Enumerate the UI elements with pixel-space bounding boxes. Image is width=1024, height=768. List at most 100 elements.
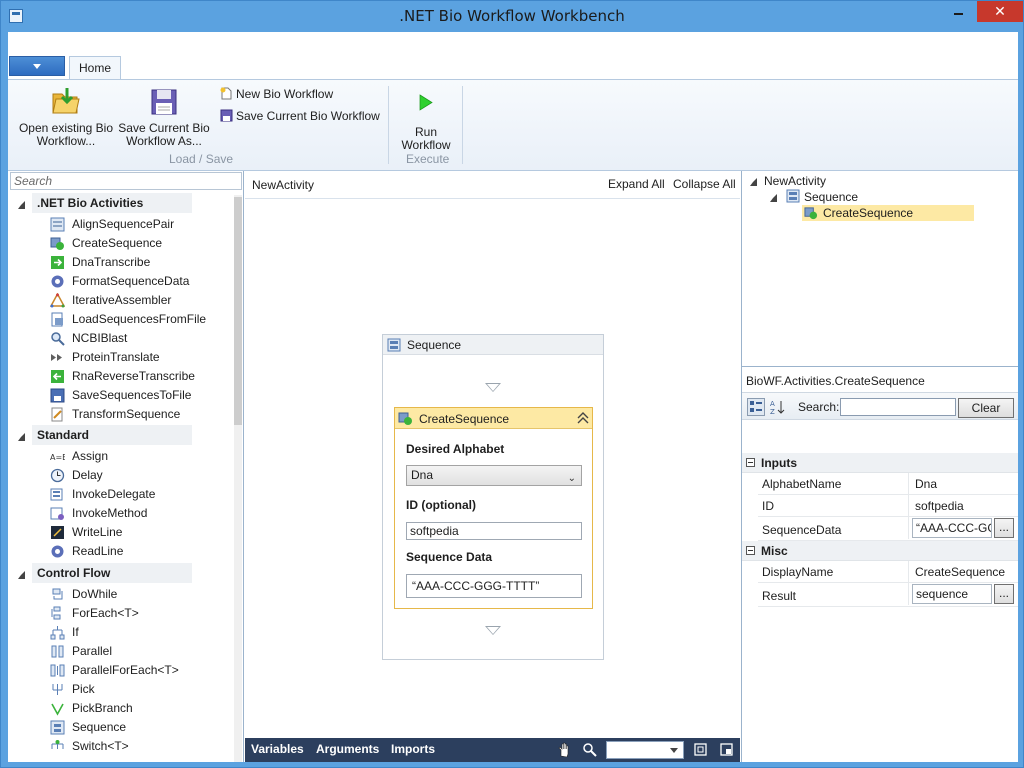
property-name: Result [762, 589, 797, 603]
application-menu-button[interactable] [9, 56, 65, 76]
collapse-all-link[interactable]: Collapse All [673, 177, 736, 191]
tree-node-root[interactable]: NewActivity [764, 173, 826, 189]
column-divider [908, 495, 909, 517]
toolbox-item-label: WriteLine [72, 525, 123, 539]
create-sequence-activity[interactable]: CreateSequence Desired Alphabet Dna ⌄ ID… [394, 407, 593, 609]
designer-canvas[interactable]: Sequence CreateSequence Desired Alphabet… [245, 200, 740, 738]
save-as-button[interactable]: Save Current Bio Workflow As... [118, 86, 210, 148]
client-area: Home Open existing Bio Workflow... Save … [8, 32, 1018, 762]
breadcrumb[interactable]: NewActivity [252, 178, 314, 192]
ellipsis-button[interactable]: ... [994, 584, 1014, 604]
zoom-level-select[interactable] [606, 741, 684, 759]
expanded-arrow-icon[interactable] [750, 178, 757, 186]
variables-tab[interactable]: Variables [251, 742, 304, 756]
toolbox-scrollbar[interactable] [234, 195, 242, 762]
property-row[interactable]: DisplayName CreateSequence [758, 561, 1018, 583]
sequence-title: Sequence [407, 338, 462, 352]
toolbox-item-label: ParallelForEach<T> [72, 663, 179, 677]
fit-to-screen-icon[interactable] [693, 742, 708, 757]
collapse-arrow-icon[interactable] [18, 201, 25, 209]
clock-icon [50, 468, 65, 483]
property-value[interactable]: Dna [915, 477, 1015, 491]
property-name: DisplayName [762, 565, 834, 579]
tree-node-label: CreateSequence [823, 206, 914, 220]
zoom-magnifier-icon[interactable] [582, 742, 597, 757]
save-as-label-2: Workflow As... [126, 134, 202, 148]
categorized-view-button[interactable] [747, 398, 765, 416]
new-bio-workflow-button[interactable]: New Bio Workflow [220, 85, 333, 103]
ellipsis-button[interactable]: ... [994, 518, 1014, 538]
branch-icon [50, 626, 65, 640]
properties-toolbar: AZ Search: Clear [742, 392, 1018, 420]
assign-icon: A=B [50, 453, 65, 462]
imports-tab[interactable]: Imports [391, 742, 435, 756]
create-sequence-icon [804, 207, 818, 220]
minimize-button[interactable] [945, 1, 972, 22]
toolbox-item-label: ProteinTranslate [72, 350, 160, 364]
overview-map-icon[interactable] [719, 742, 734, 757]
drop-target-arrow-icon[interactable] [485, 383, 501, 392]
tab-home[interactable]: Home [69, 56, 121, 80]
magnifier-icon [51, 332, 65, 346]
open-existing-button[interactable]: Open existing Bio Workflow... [16, 86, 116, 148]
expand-all-link[interactable]: Expand All [608, 177, 665, 191]
alphabetical-view-button[interactable]: AZ [769, 398, 787, 416]
pan-hand-icon[interactable] [557, 742, 572, 757]
collapse-box-icon[interactable] [746, 546, 755, 555]
toolbox-item-label: InvokeDelegate [72, 487, 156, 501]
app-window: .NET Bio Workflow Workbench ✕ Home Open … [0, 0, 1024, 768]
collapse-box-icon[interactable] [746, 458, 755, 467]
pick-branch-icon [51, 703, 64, 716]
sequence-header[interactable]: Sequence [383, 335, 603, 355]
sequence-data-input[interactable]: “AAA-CCC-GGG-TTTT” [406, 574, 582, 598]
property-row[interactable]: AlphabetName Dna [758, 473, 1018, 495]
sequence-data-label: Sequence Data [406, 550, 493, 564]
category-control-flow[interactable]: Control Flow [32, 563, 192, 583]
toolbox-item-label: PickBranch [72, 701, 133, 715]
toolbox-item-label: DnaTranscribe [72, 255, 151, 269]
property-group-inputs[interactable]: Inputs [742, 453, 1018, 473]
close-button[interactable]: ✕ [977, 1, 1023, 22]
clear-button[interactable]: Clear [958, 398, 1014, 418]
toolbox-search-input[interactable]: Search [10, 172, 242, 190]
alphabet-select[interactable]: Dna ⌄ [406, 465, 582, 486]
properties-search-input[interactable] [840, 398, 956, 416]
property-row[interactable]: Result sequence ... [758, 583, 1018, 607]
drop-target-arrow-icon[interactable] [485, 626, 501, 635]
title-bar: .NET Bio Workflow Workbench ✕ [1, 1, 1023, 32]
expanded-arrow-icon[interactable] [770, 194, 777, 202]
category-dotnet-bio-activities[interactable]: .NET Bio Activities [32, 193, 192, 213]
loop-icon [52, 588, 63, 600]
alphabet-value: Dna [411, 468, 434, 482]
property-row[interactable]: SequenceData “AAA-CCC-GGG-TTTT” ... [758, 517, 1018, 541]
run-workflow-button[interactable]: Run Workflow [396, 92, 456, 152]
svg-text:A=B: A=B [50, 453, 65, 462]
property-value[interactable]: CreateSequence [915, 565, 1015, 579]
assembler-icon [50, 293, 65, 308]
sequence-data-value-input[interactable]: “AAA-CCC-GGG-TTTT” [912, 518, 992, 538]
save-file-icon [50, 388, 65, 403]
column-divider [908, 561, 909, 583]
collapse-arrow-icon[interactable] [18, 433, 25, 441]
parallel-icon [51, 645, 64, 658]
save-current-button[interactable]: Save Current Bio Workflow [220, 107, 380, 125]
activity-header[interactable]: CreateSequence [395, 408, 592, 429]
arguments-tab[interactable]: Arguments [316, 742, 379, 756]
tree-node-create-sequence[interactable]: CreateSequence [802, 205, 974, 221]
collapse-chevron-icon[interactable] [577, 411, 589, 425]
property-group-misc[interactable]: Misc [742, 541, 1018, 561]
scrollbar-thumb[interactable] [234, 197, 242, 425]
tree-node-sequence[interactable]: Sequence [804, 189, 858, 205]
result-value-input[interactable]: sequence [912, 584, 992, 604]
play-icon [419, 94, 433, 111]
category-standard[interactable]: Standard [32, 425, 192, 445]
window-title: .NET Bio Workflow Workbench [399, 7, 625, 25]
group-label: Misc [761, 544, 788, 558]
collapse-arrow-icon[interactable] [18, 571, 25, 579]
toolbox-item-label: TransformSequence [72, 407, 181, 421]
property-value[interactable]: softpedia [915, 499, 1015, 513]
workflow-designer: NewActivity Expand All Collapse All Sequ… [245, 171, 740, 762]
sequence-activity[interactable]: Sequence CreateSequence Desired Alphabet… [382, 334, 604, 660]
id-input[interactable]: softpedia [406, 522, 582, 540]
property-row[interactable]: ID softpedia [758, 495, 1018, 517]
